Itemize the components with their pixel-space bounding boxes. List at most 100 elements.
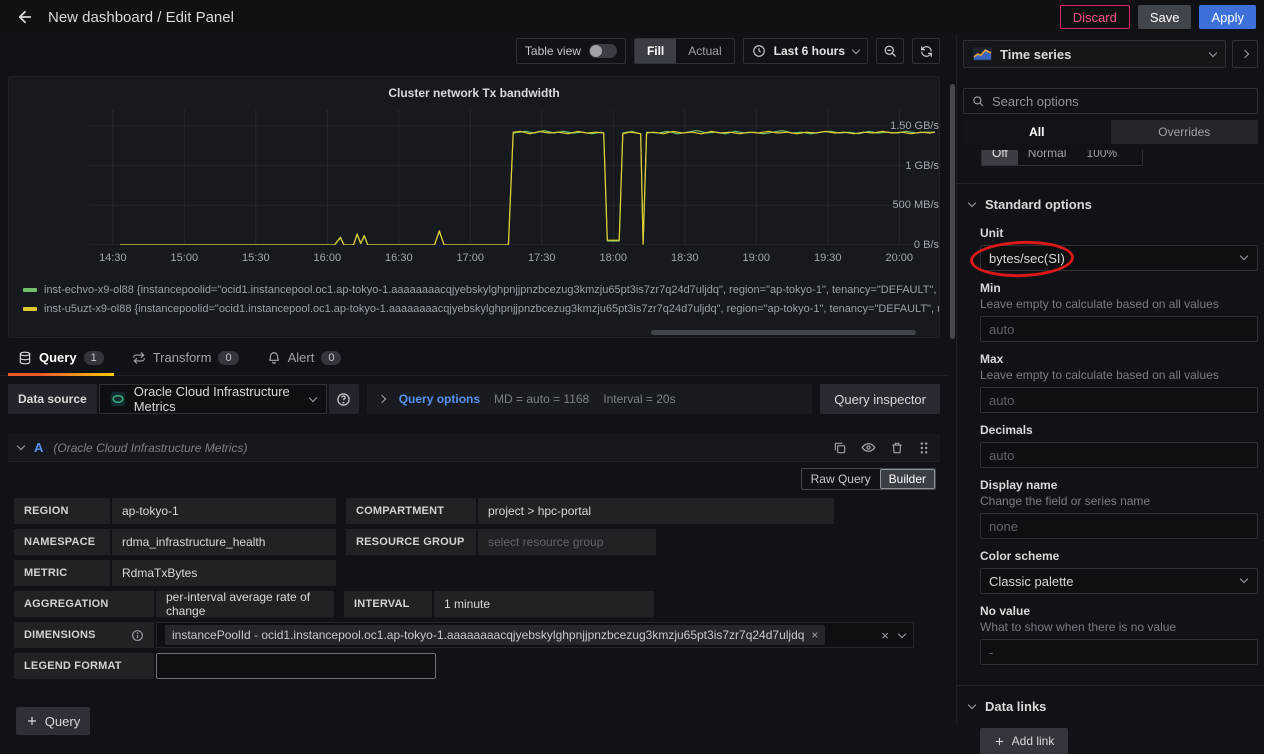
page-title: New dashboard / Edit Panel [48,9,1060,26]
dimensions-multiselect[interactable]: instancePoolId - ocid1.instancepool.oc1.… [156,622,914,648]
chevron-down-icon [968,701,976,709]
legend-label: inst-u5uzt-x9-ol88 {instancepoolid="ocid… [44,303,939,315]
options-scrollbar[interactable] [948,34,956,724]
bell-icon [267,351,281,365]
tab-alert-label: Alert [288,350,315,365]
standard-options-section-header[interactable]: Standard options [957,184,1264,216]
no-value-help-text: What to show when there is no value [980,620,1258,634]
clear-all-icon[interactable]: × [881,628,889,643]
discard-button[interactable]: Discard [1060,5,1130,29]
decimals-input[interactable] [980,442,1258,468]
max-input[interactable] [980,387,1258,413]
apply-button[interactable]: Apply [1199,5,1256,29]
chevron-down-icon [898,629,906,637]
delete-query-trash-icon[interactable] [890,440,904,455]
options-search-box[interactable] [963,88,1258,114]
filter-tab-overrides[interactable]: Overrides [1111,120,1259,144]
chart-title: Cluster network Tx bandwidth [9,77,939,100]
time-series-chart[interactable] [89,110,935,245]
add-query-label: Query [45,714,80,729]
builder-option[interactable]: Builder [880,469,935,489]
clipped-option-off[interactable]: Off [982,150,1018,165]
add-link-button[interactable]: Add link [980,728,1068,754]
chevron-down-icon [308,393,316,401]
drag-handle-icon[interactable] [918,440,930,455]
options-search-input[interactable] [992,94,1249,109]
table-view-switch[interactable] [589,44,617,58]
legend-item[interactable]: inst-echvo-x9-ol88 {instancepoolid="ocid… [23,280,939,299]
refresh-button[interactable] [912,38,940,64]
horizontal-scrollbar[interactable] [651,330,916,335]
x-tick-label: 17:30 [520,252,564,264]
aggregation-select[interactable]: per-interval average rate of change [156,591,334,617]
fill-option[interactable]: Fill [635,39,676,63]
query-header-row[interactable]: A (Oracle Cloud Infrastructure Metrics) [8,434,940,462]
table-view-toggle[interactable]: Table view [516,38,626,64]
min-input[interactable] [980,316,1258,342]
clipped-option-100[interactable]: 100% [1076,150,1127,165]
metric-select[interactable]: RdmaTxBytes [112,560,336,586]
zoom-out-button[interactable] [876,38,904,64]
dimension-chip: instancePoolId - ocid1.instancepool.oc1.… [165,625,825,645]
tab-query[interactable]: Query 1 [8,340,114,376]
query-inspector-button[interactable]: Query inspector [820,384,940,414]
actual-option[interactable]: Actual [676,39,733,63]
display-name-input[interactable] [980,513,1258,539]
collapse-options-button[interactable] [1232,40,1258,68]
x-tick-label: 16:30 [377,252,421,264]
x-tick-label: 15:00 [162,252,206,264]
aggregation-label: AGGREGATION [14,591,154,617]
info-circle-icon[interactable] [131,629,144,642]
back-arrow-icon[interactable] [8,0,42,34]
chevron-down-icon [968,199,976,207]
legend-format-input[interactable] [156,653,436,679]
datasource-row: Data source Oracle Cloud Infrastructure … [8,384,940,414]
collapse-chevron-icon[interactable] [17,442,25,450]
chevron-right-icon [377,395,385,403]
x-tick-label: 19:30 [806,252,850,264]
compartment-select[interactable]: project > hpc-portal [478,498,834,524]
unit-select[interactable]: bytes/sec(SI) [980,245,1258,271]
x-tick-label: 15:30 [234,252,278,264]
clipped-option-normal[interactable]: Normal [1018,150,1077,165]
chip-remove-icon[interactable]: × [811,628,818,642]
x-tick-label: 19:00 [734,252,778,264]
query-editor-card: A (Oracle Cloud Infrastructure Metrics) [8,434,940,735]
dimension-chip-text: instancePoolId - ocid1.instancepool.oc1.… [172,628,804,642]
database-icon [18,351,32,365]
data-links-section-header[interactable]: Data links [957,686,1264,718]
duplicate-query-icon[interactable] [833,440,847,455]
query-options-strip: Query options MD = auto = 1168 Interval … [367,384,813,414]
tab-transform[interactable]: Transform 0 [122,340,249,376]
time-range-picker[interactable]: Last 6 hours [743,38,868,64]
series-color-swatch-yellow [23,307,37,311]
visualization-picker[interactable]: Time series [963,40,1226,68]
legend-item[interactable]: inst-u5uzt-x9-ol88 {instancepoolid="ocid… [23,299,939,318]
tab-alert[interactable]: Alert 0 [257,340,352,376]
raw-query-option[interactable]: Raw Query [802,469,880,489]
add-query-button[interactable]: Query [16,707,90,735]
query-options-link[interactable]: Query options [399,392,480,406]
chart-panel: Cluster network Tx bandwidth 0 B/s500 MB… [8,76,940,338]
namespace-select[interactable]: rdma_infrastructure_health [112,529,336,555]
save-button[interactable]: Save [1138,5,1192,29]
add-link-label: Add link [1012,734,1055,748]
x-tick-label: 16:00 [305,252,349,264]
chart-plot-area[interactable]: 0 B/s500 MB/s1 GB/s1.50 GB/s 14:3015:001… [9,100,939,278]
resource-group-select[interactable]: select resource group [478,529,656,555]
region-select[interactable]: ap-tokyo-1 [112,498,336,524]
tab-alert-count: 0 [321,351,341,365]
filter-tab-all[interactable]: All [963,120,1111,144]
chevron-down-icon [1209,48,1217,56]
x-tick-label: 18:30 [663,252,707,264]
color-scheme-value: Classic palette [989,574,1074,589]
hide-response-eye-icon[interactable] [861,440,876,455]
datasource-select[interactable]: Oracle Cloud Infrastructure Metrics [99,384,327,414]
scrollbar-thumb[interactable] [950,84,955,339]
datasource-help-button[interactable] [329,384,359,414]
no-value-input[interactable] [980,639,1258,665]
color-scheme-select[interactable]: Classic palette [980,568,1258,594]
dimensions-label-box: DIMENSIONS [14,622,154,648]
interval-select[interactable]: 1 minute [434,591,654,617]
time-range-label: Last 6 hours [774,44,845,58]
